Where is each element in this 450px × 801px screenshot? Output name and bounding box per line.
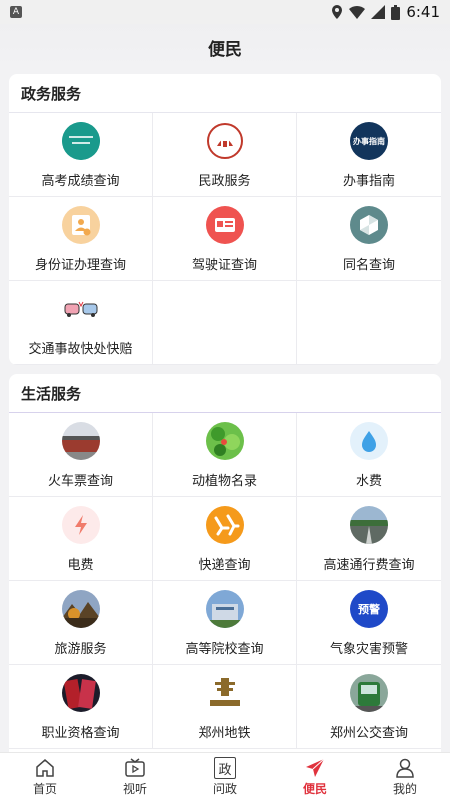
- service-label: 高等院校查询: [185, 642, 264, 657]
- express-icon: [205, 506, 244, 544]
- gaokao-icon: [61, 122, 100, 160]
- lightning-icon: [61, 506, 100, 544]
- traffic-accident-icon: [61, 290, 100, 328]
- service-zhengzhou-bus[interactable]: 郑州公交查询: [297, 665, 441, 749]
- service-water-fee[interactable]: 水费: [297, 413, 441, 497]
- service-label: 郑州地铁: [198, 726, 251, 741]
- wenzheng-icon: 政: [214, 757, 236, 779]
- service-label: 水费: [355, 474, 382, 489]
- service-same-name[interactable]: 同名查询: [297, 197, 441, 281]
- service-label: 职业资格查询: [41, 726, 120, 741]
- section-title-life: 生活服务: [9, 374, 441, 413]
- service-guide[interactable]: 办事指南 办事指南: [297, 113, 441, 197]
- university-icon: [205, 590, 244, 628]
- train-station-icon: [61, 422, 100, 460]
- nav-label: 视听: [122, 782, 147, 796]
- service-label: 火车票查询: [47, 474, 113, 489]
- driver-license-icon: [205, 206, 244, 244]
- guide-icon: 办事指南: [350, 122, 388, 160]
- service-traffic-accident[interactable]: 交通事故快处快赔: [9, 281, 153, 365]
- gov-services-card: 政务服务 高考成绩查询 民政服务 办事指南 办事指南 身份证办理查询 驾驶证查询…: [9, 74, 441, 365]
- highway-icon: [350, 506, 388, 544]
- service-label: 交通事故快处快赔: [28, 342, 133, 357]
- service-label: 身份证办理查询: [34, 258, 126, 273]
- service-label: 民政服务: [198, 174, 251, 189]
- wifi-icon: [349, 6, 366, 19]
- service-travel[interactable]: 旅游服务: [9, 581, 153, 665]
- service-highway-toll[interactable]: 高速通行费查询: [297, 497, 441, 581]
- tv-icon: [125, 758, 145, 777]
- travel-icon: [61, 590, 100, 628]
- bottom-nav: 首页 视听 政 问政 便民 我的: [0, 752, 450, 801]
- section-title-gov: 政务服务: [9, 74, 441, 113]
- plant-icon: [205, 422, 244, 460]
- service-label: 高速通行费查询: [323, 558, 415, 573]
- service-label: 快递查询: [198, 558, 251, 573]
- bus-icon: [350, 674, 388, 712]
- service-label: 动植物名录: [191, 474, 257, 489]
- service-flora-fauna[interactable]: 动植物名录: [153, 413, 297, 497]
- service-label: 办事指南: [342, 174, 395, 189]
- weather-warning-icon: 预警: [350, 590, 388, 628]
- empty-cell: [297, 281, 441, 365]
- service-label: 电费: [67, 558, 94, 573]
- service-university[interactable]: 高等院校查询: [153, 581, 297, 665]
- service-label: 驾驶证查询: [191, 258, 257, 273]
- battery-icon: [391, 4, 401, 20]
- water-drop-icon: [350, 422, 388, 460]
- service-qualification[interactable]: 职业资格查询: [9, 665, 153, 749]
- nav-label: 我的: [392, 782, 417, 796]
- service-id-card[interactable]: 身份证办理查询: [9, 197, 153, 281]
- id-card-icon: [61, 206, 100, 244]
- signal-icon: [371, 5, 386, 19]
- empty-cell: [153, 281, 297, 365]
- same-name-icon: [350, 206, 388, 244]
- service-label: 气象灾害预警: [329, 642, 408, 657]
- home-icon: [36, 759, 54, 777]
- gov-services-grid: 高考成绩查询 民政服务 办事指南 办事指南 身份证办理查询 驾驶证查询 同名查询…: [9, 113, 441, 365]
- service-label: 同名查询: [342, 258, 395, 273]
- send-icon: [306, 758, 325, 777]
- civil-affairs-icon: [205, 122, 244, 160]
- service-electricity-fee[interactable]: 电费: [9, 497, 153, 581]
- nav-convenience[interactable]: 便民: [270, 753, 360, 801]
- service-train-ticket[interactable]: 火车票查询: [9, 413, 153, 497]
- nav-label: 首页: [32, 782, 57, 796]
- location-icon: [332, 5, 343, 19]
- metro-logo-icon: [205, 674, 244, 712]
- service-civil-affairs[interactable]: 民政服务: [153, 113, 297, 197]
- service-gaokao[interactable]: 高考成绩查询: [9, 113, 153, 197]
- nav-mine[interactable]: 我的: [360, 753, 450, 801]
- service-label: 旅游服务: [54, 642, 107, 657]
- life-services-card: 生活服务 火车票查询 动植物名录 水费 电费 快递查询 高速通行费查询 旅游服务…: [9, 374, 441, 764]
- service-label: 高考成绩查询: [41, 174, 120, 189]
- life-services-grid: 火车票查询 动植物名录 水费 电费 快递查询 高速通行费查询 旅游服务 高等院校…: [9, 413, 441, 749]
- qualification-icon: [61, 674, 100, 712]
- nav-home[interactable]: 首页: [0, 753, 90, 801]
- page-title: 便民: [0, 24, 450, 70]
- nav-wenzheng[interactable]: 政 问政: [180, 753, 270, 801]
- service-zhengzhou-metro[interactable]: 郑州地铁: [153, 665, 297, 749]
- user-icon: [396, 758, 414, 778]
- notification-a-icon: A: [10, 6, 22, 18]
- status-time: 6:41: [406, 3, 440, 21]
- nav-label: 便民: [302, 782, 327, 796]
- service-weather-warning[interactable]: 预警 气象灾害预警: [297, 581, 441, 665]
- nav-label: 问政: [212, 782, 237, 796]
- status-bar: A 6:41: [0, 0, 450, 24]
- service-driver-license[interactable]: 驾驶证查询: [153, 197, 297, 281]
- nav-audio-video[interactable]: 视听: [90, 753, 180, 801]
- service-express[interactable]: 快递查询: [153, 497, 297, 581]
- service-label: 郑州公交查询: [329, 726, 408, 741]
